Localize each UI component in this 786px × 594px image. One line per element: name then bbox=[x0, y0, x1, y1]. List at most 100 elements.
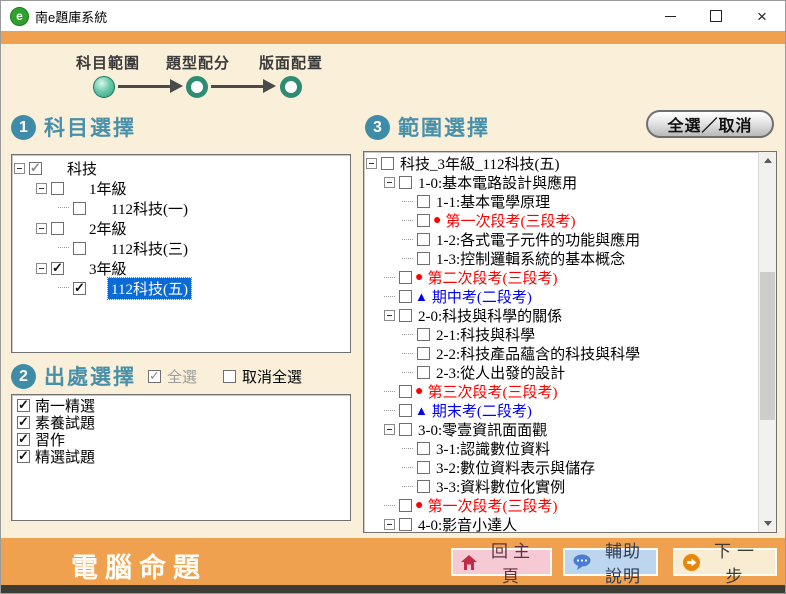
checkbox[interactable] bbox=[51, 182, 64, 195]
tree-item-label[interactable]: 2-0:科技與科學的關係 bbox=[415, 305, 565, 326]
tree-item-label[interactable]: 2-2:科技產品蘊含的科技與科學 bbox=[433, 343, 643, 364]
list-item-label[interactable]: 精選試題 bbox=[35, 446, 95, 467]
tree-item-label[interactable]: 1-2:各式電子元件的功能與應用 bbox=[433, 229, 643, 250]
tree-item-label[interactable]: 第二次段考(三段考) bbox=[424, 267, 560, 288]
next-step-button[interactable]: 下一步 bbox=[673, 548, 777, 576]
tree-item-label[interactable]: 3-0:零壹資訊面面觀 bbox=[415, 419, 550, 440]
tree-item-label[interactable]: 1-3:控制邏輯系統的基本概念 bbox=[433, 248, 628, 269]
checkbox[interactable] bbox=[73, 282, 86, 295]
checkbox[interactable] bbox=[417, 214, 430, 227]
tree-item-label[interactable]: 112科技(三) bbox=[108, 238, 191, 259]
scroll-down-button[interactable] bbox=[759, 515, 776, 532]
home-button-label: 回主頁 bbox=[484, 537, 542, 587]
tree-item-label[interactable]: 2-1:科技與科學 bbox=[433, 324, 538, 345]
tree-row: 3-1:認識數位資料 bbox=[366, 439, 757, 458]
tree-item-label[interactable]: 1年級 bbox=[86, 178, 130, 199]
checkbox[interactable] bbox=[17, 450, 30, 463]
tree-connector bbox=[402, 258, 413, 260]
checkbox[interactable] bbox=[417, 480, 430, 493]
scroll-down-icon bbox=[764, 521, 772, 526]
tree-item-label[interactable]: 第一次段考(三段考) bbox=[424, 495, 560, 516]
tree-item-label[interactable]: 3-3:資料數位化實例 bbox=[433, 476, 568, 497]
checkbox[interactable] bbox=[417, 347, 430, 360]
tree-row: 3年級 bbox=[14, 258, 348, 278]
tree-item-label[interactable]: 1-0:基本電路設計與應用 bbox=[415, 172, 580, 193]
select-all-toggle-button[interactable]: 全選／取消 bbox=[646, 110, 774, 138]
scrollbar-thumb[interactable] bbox=[760, 272, 775, 420]
tree-expander-icon[interactable] bbox=[384, 310, 395, 321]
checkbox[interactable] bbox=[17, 416, 30, 429]
checkbox[interactable] bbox=[399, 404, 412, 417]
maximize-button[interactable] bbox=[693, 1, 739, 31]
vertical-scrollbar[interactable] bbox=[758, 152, 776, 532]
checkbox[interactable] bbox=[73, 202, 86, 215]
scroll-up-button[interactable] bbox=[759, 152, 776, 169]
tree-expander-icon[interactable] bbox=[384, 519, 395, 530]
tree-item-label[interactable]: 2年級 bbox=[86, 218, 130, 239]
window-controls: × bbox=[647, 1, 785, 31]
main-content: 1 科目選擇 科技1年級112科技(一)2年級112科技(三)3年級112科技(… bbox=[1, 106, 785, 538]
tree-row: 112科技(三) bbox=[14, 238, 348, 258]
range-tree: 科技_3年級_112科技(五)1-0:基本電路設計與應用1-1:基本電學原理●第… bbox=[366, 154, 757, 533]
checkbox[interactable] bbox=[417, 461, 430, 474]
tree-item-label[interactable]: 112科技(一) bbox=[108, 198, 191, 219]
tree-expander-icon[interactable] bbox=[384, 424, 395, 435]
minimize-button[interactable] bbox=[647, 1, 693, 31]
tree-item-label[interactable]: 期末考(二段考) bbox=[429, 400, 535, 421]
deselect-all-label: 取消全選 bbox=[242, 366, 302, 387]
checkbox[interactable] bbox=[417, 252, 430, 265]
checkbox[interactable] bbox=[399, 385, 412, 398]
tree-item-label[interactable]: 科技 bbox=[64, 158, 100, 179]
home-button[interactable]: 回主頁 bbox=[451, 548, 552, 576]
checkbox[interactable] bbox=[399, 176, 412, 189]
checkbox[interactable] bbox=[381, 157, 394, 170]
checkbox[interactable] bbox=[51, 262, 64, 275]
checkbox[interactable] bbox=[399, 309, 412, 322]
tree-row: 2-1:科技與科學 bbox=[366, 325, 757, 344]
next-arrow-icon bbox=[683, 554, 700, 571]
checkbox[interactable] bbox=[417, 195, 430, 208]
tree-expander-icon[interactable] bbox=[14, 163, 25, 174]
checkbox[interactable] bbox=[17, 433, 30, 446]
tree-expander-icon[interactable] bbox=[384, 177, 395, 188]
checkbox[interactable] bbox=[399, 518, 412, 531]
tree-item-label[interactable]: 3-1:認識數位資料 bbox=[433, 438, 553, 459]
tree-item-label[interactable]: 2-3:從人出發的設計 bbox=[433, 362, 568, 383]
checkbox[interactable] bbox=[17, 399, 30, 412]
tree-item-label[interactable]: 第一次段考(三段考) bbox=[442, 210, 578, 231]
checkbox[interactable] bbox=[417, 328, 430, 341]
tree-item-label[interactable]: 4-0:影音小達人 bbox=[415, 514, 520, 533]
checkbox[interactable] bbox=[51, 222, 64, 235]
help-button[interactable]: 輔助說明 bbox=[563, 548, 658, 576]
tree-expander-icon[interactable] bbox=[366, 158, 377, 169]
checkbox[interactable] bbox=[29, 162, 42, 175]
tree-item-label[interactable]: 第三次段考(三段考) bbox=[424, 381, 560, 402]
tree-item-label[interactable]: 1-1:基本電學原理 bbox=[433, 191, 553, 212]
checkbox[interactable] bbox=[399, 271, 412, 284]
tree-row: 2-0:科技與科學的關係 bbox=[366, 306, 757, 325]
tree-item-label[interactable]: 3年級 bbox=[86, 258, 130, 279]
tree-connector bbox=[384, 410, 395, 412]
checkbox[interactable] bbox=[399, 423, 412, 436]
tree-item-label[interactable]: 3-2:數位資料表示與儲存 bbox=[433, 457, 598, 478]
tree-connector bbox=[58, 247, 69, 249]
checkbox[interactable] bbox=[417, 233, 430, 246]
tree-row: 1-0:基本電路設計與應用 bbox=[366, 173, 757, 192]
list-item: 精選試題 bbox=[14, 448, 348, 465]
tree-expander-icon[interactable] bbox=[36, 263, 47, 274]
tree-expander-icon[interactable] bbox=[36, 183, 47, 194]
checkbox[interactable] bbox=[399, 499, 412, 512]
checkbox[interactable] bbox=[417, 366, 430, 379]
tree-row: 112科技(一) bbox=[14, 198, 348, 218]
select-all-checkbox[interactable] bbox=[148, 370, 161, 383]
close-button[interactable]: × bbox=[739, 1, 785, 31]
tree-item-label[interactable]: 112科技(五) bbox=[108, 278, 191, 299]
tree-item-label[interactable]: 科技_3年級_112科技(五) bbox=[397, 153, 562, 174]
checkbox[interactable] bbox=[417, 442, 430, 455]
tree-expander-icon[interactable] bbox=[36, 223, 47, 234]
tree-connector bbox=[58, 287, 69, 289]
deselect-all-checkbox[interactable] bbox=[223, 370, 236, 383]
tree-item-label[interactable]: 期中考(二段考) bbox=[429, 286, 535, 307]
checkbox[interactable] bbox=[73, 242, 86, 255]
checkbox[interactable] bbox=[399, 290, 412, 303]
